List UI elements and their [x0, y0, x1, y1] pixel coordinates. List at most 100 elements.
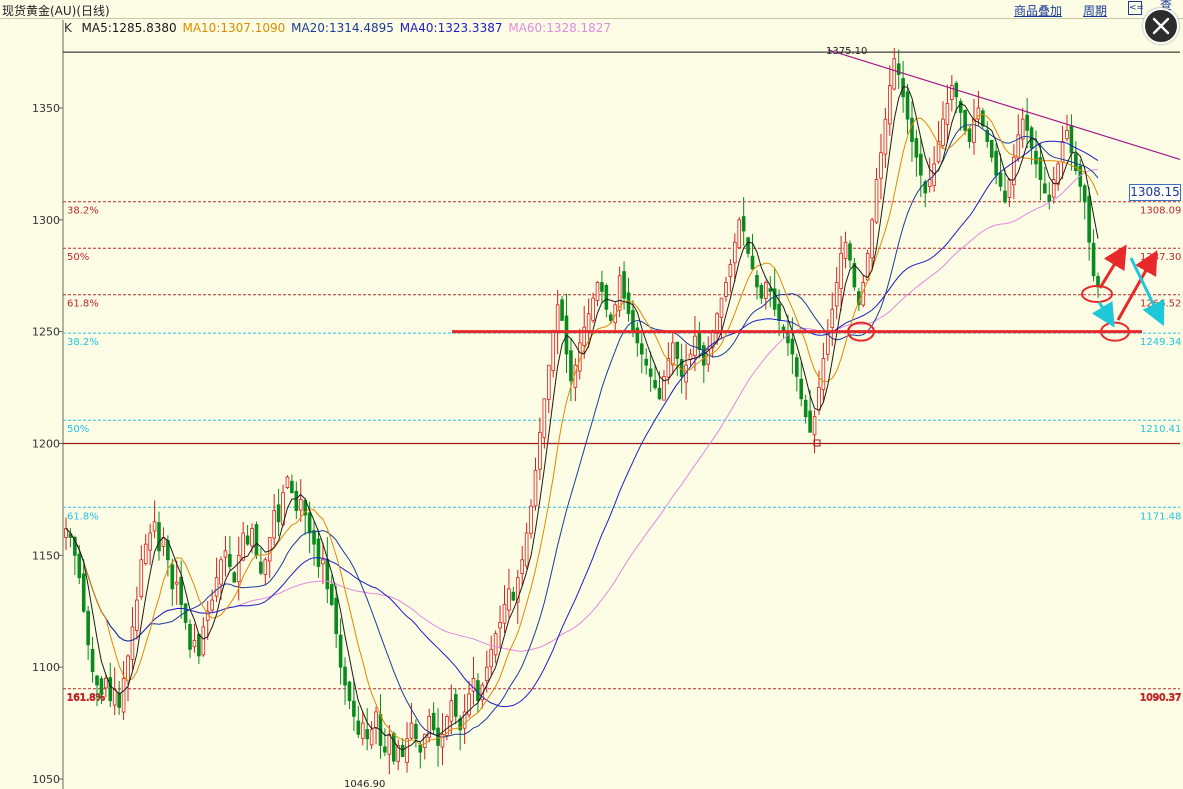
candle-body — [635, 327, 640, 344]
candle-body — [290, 480, 294, 494]
candle-body — [963, 109, 967, 131]
candle-body — [817, 387, 821, 411]
candle-body — [400, 744, 405, 758]
candle-body — [905, 91, 910, 120]
candle-body — [839, 252, 843, 289]
y-tick-label: 1050 — [32, 773, 60, 786]
candle-body — [639, 343, 644, 355]
candle-body — [409, 722, 414, 739]
candle-body — [790, 338, 795, 355]
candle-body — [148, 532, 152, 551]
candle-body — [1082, 185, 1087, 203]
y-tick-label: 1300 — [32, 214, 60, 227]
candle-body — [883, 118, 888, 155]
fib-lower-0-pct: 38.2% — [67, 337, 99, 348]
candle-body — [560, 299, 564, 321]
moving-averages — [65, 86, 1099, 751]
candle-body — [338, 634, 343, 668]
close-button[interactable] — [1143, 8, 1179, 44]
candle-body — [1091, 242, 1096, 277]
candle-body — [555, 304, 560, 333]
arrow-down-cyan — [1091, 300, 1115, 328]
candle-body — [551, 331, 556, 371]
fib-upper-2-value: 1266.52 — [1140, 299, 1181, 310]
candle-body — [741, 216, 746, 232]
candle-body — [1025, 114, 1029, 131]
close-icon — [1152, 17, 1170, 35]
candle-body — [582, 326, 587, 346]
candle-body — [670, 342, 675, 366]
candle-body — [272, 510, 276, 539]
y-tick-label: 1100 — [32, 661, 60, 674]
candle-body — [135, 599, 139, 631]
candle-body — [81, 573, 86, 612]
candle-body — [768, 288, 773, 292]
candle-body — [507, 588, 511, 611]
fib-upper-1-value: 1287.30 — [1140, 252, 1181, 263]
candle-body — [383, 746, 387, 753]
candle-body — [298, 499, 303, 511]
y-tick-label: 1250 — [32, 326, 60, 339]
candle-body — [821, 358, 826, 391]
candle-body — [179, 576, 183, 605]
candle-body — [365, 729, 369, 740]
candle-body — [108, 677, 113, 702]
candle-body — [414, 723, 418, 740]
candle-body — [95, 675, 99, 686]
y-tick-label: 1200 — [32, 438, 60, 451]
ma20-line — [65, 124, 1099, 738]
candle-body — [648, 368, 653, 377]
candle-body — [591, 297, 595, 321]
candle-body — [1065, 129, 1069, 139]
candle-body — [910, 117, 914, 142]
candle-body — [210, 599, 214, 611]
fib-upper-0-pct: 38.2% — [67, 206, 99, 217]
candle-body — [927, 179, 932, 187]
candle-body — [719, 297, 724, 318]
high-label: 1375.10 — [826, 46, 867, 57]
candle-body — [139, 559, 144, 597]
price-chart: 1050 1100 1150 1200 1250 1300 1350 38.2% 1308.0… — [32, 20, 1182, 789]
candle-body — [896, 63, 901, 75]
candle-body — [941, 118, 945, 146]
candle-body — [391, 732, 396, 762]
fib-lower-2-pct: 61.8% — [67, 511, 99, 522]
candle-body — [312, 530, 316, 545]
candle-body — [90, 648, 95, 673]
candle-body — [1020, 118, 1025, 140]
candle-body — [737, 219, 742, 249]
candle-body — [1047, 194, 1052, 203]
current-price-tag: 1308.15 — [1129, 184, 1181, 201]
candle-body — [117, 692, 121, 708]
candle-body — [870, 219, 874, 259]
fib-lower-0-value: 1249.34 — [1140, 337, 1181, 348]
ma5-line — [65, 86, 1099, 751]
candle-body — [157, 522, 161, 552]
candle-body — [1003, 190, 1007, 203]
candle-body — [733, 241, 737, 264]
candle-body — [1069, 125, 1074, 154]
candle-body — [197, 633, 201, 657]
candle-body — [143, 543, 148, 564]
candle-body — [267, 537, 272, 562]
fib-lower-2-value: 1171.48 — [1140, 511, 1181, 522]
candle-body — [498, 622, 502, 629]
candle-body — [294, 490, 299, 512]
candle-body — [99, 678, 104, 695]
candle-body — [489, 648, 494, 668]
candle-body — [369, 729, 374, 746]
candle-body — [888, 85, 892, 125]
candle-body — [418, 744, 423, 753]
fib-upper-0-value: 1308.09 — [1140, 206, 1181, 217]
candle-body — [1034, 150, 1038, 165]
candle-body — [967, 128, 972, 142]
candle-body — [808, 410, 812, 433]
candle-body — [750, 255, 755, 270]
y-tick-label: 1150 — [32, 549, 60, 562]
candle-body — [746, 237, 750, 254]
candle-body — [874, 179, 879, 223]
low-label: 1046.90 — [344, 779, 385, 789]
candle-body — [285, 476, 290, 488]
candle-body — [329, 584, 334, 605]
candle-body — [728, 264, 733, 277]
